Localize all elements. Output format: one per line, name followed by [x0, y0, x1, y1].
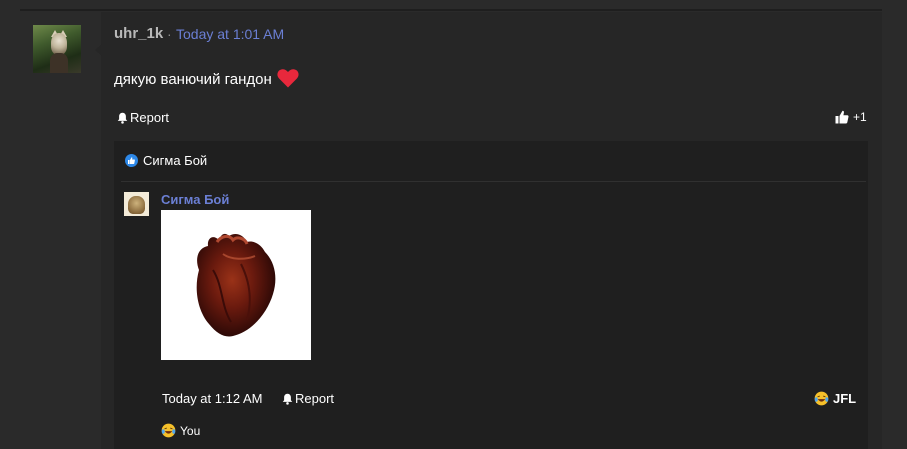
reply-author[interactable]: Сигма Бой	[161, 192, 229, 207]
reacted-by-row[interactable]: You	[161, 423, 200, 438]
reaction-button[interactable]: JFL	[814, 391, 856, 406]
user-avatar[interactable]	[33, 25, 81, 73]
message-text: дякую ванючий гандон	[114, 71, 272, 88]
message-arrow	[95, 44, 102, 56]
username[interactable]: uhr_1k	[114, 25, 163, 42]
user-column	[12, 12, 101, 449]
heart-organ-image	[196, 233, 276, 337]
thumbs-up-icon	[835, 110, 849, 124]
thumbs-up-icon	[125, 154, 138, 167]
reply-avatar[interactable]	[124, 192, 149, 216]
heart-emoji-icon	[277, 69, 299, 88]
reply-divider	[121, 181, 866, 182]
report-label: Report	[130, 110, 170, 125]
attached-image[interactable]	[161, 210, 311, 360]
reply-report-button[interactable]: Report	[282, 391, 334, 406]
top-divider	[20, 9, 882, 11]
laughing-crying-emoji-icon	[814, 391, 829, 406]
reactors-row[interactable]: Сигма Бой	[125, 153, 207, 168]
bell-icon	[282, 393, 293, 405]
reacted-by-label: You	[180, 423, 201, 438]
post-timestamp[interactable]: Today at 1:01 AM	[176, 26, 284, 42]
reactors-label: Сигма Бой	[143, 153, 208, 168]
report-button[interactable]: Report	[117, 110, 169, 125]
reaction-label: JFL	[833, 391, 857, 406]
bell-icon	[117, 112, 128, 124]
like-count: +1	[853, 110, 867, 124]
like-button[interactable]: +1	[835, 110, 867, 124]
separator: ·	[167, 26, 172, 42]
laughing-crying-emoji-icon	[161, 423, 176, 438]
reply-report-label: Report	[295, 391, 335, 406]
reply-timestamp[interactable]: Today at 1:12 AM	[162, 391, 262, 406]
